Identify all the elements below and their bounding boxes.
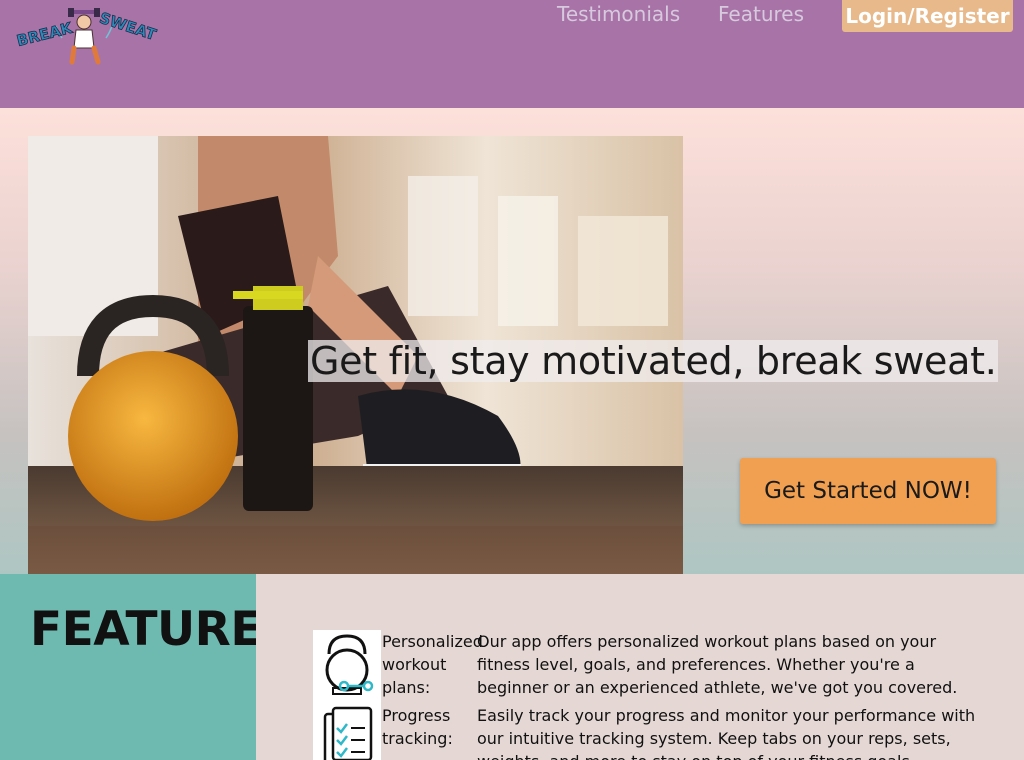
features-heading-panel: FEATURES <box>0 574 296 760</box>
feature-description: Easily track your progress and monitor y… <box>477 706 976 760</box>
kettlebell-icon <box>313 630 381 704</box>
features-list: Personalized workout plans: Our app offe… <box>256 574 1024 760</box>
svg-text:BREAK: BREAK <box>15 19 75 50</box>
site-header: BREAK SWEAT Testimonials Features Login/… <box>0 0 1024 108</box>
hero-tagline: Get fit, stay motivated, break sweat. <box>308 339 999 383</box>
feature-description: Our app offers personalized workout plan… <box>477 632 958 697</box>
brand-logo[interactable]: BREAK SWEAT <box>12 4 162 68</box>
svg-text:SWEAT: SWEAT <box>97 9 159 44</box>
feature-name: Personalized workout plans: <box>382 632 483 697</box>
feature-name: Progress tracking: <box>382 706 453 748</box>
login-register-button[interactable]: Login/Register <box>842 0 1013 32</box>
break-sweat-logo-icon: BREAK SWEAT <box>14 8 159 65</box>
hero-section: Get fit, stay motivated, break sweat. Ge… <box>0 108 1024 574</box>
nav-testimonials-link[interactable]: Testimonials <box>557 2 680 26</box>
get-started-button[interactable]: Get Started NOW! <box>740 458 996 524</box>
checklist-icon <box>313 704 381 760</box>
nav-features-link[interactable]: Features <box>718 2 804 26</box>
